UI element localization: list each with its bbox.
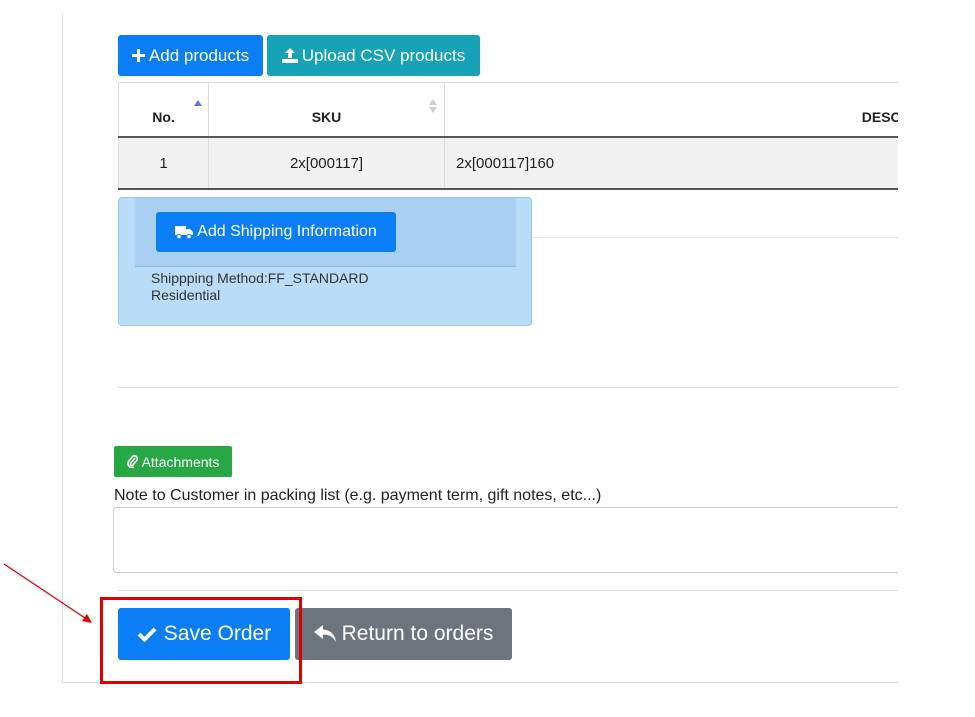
order-edit-page: Add products Upload CSV products No. SKU… xyxy=(0,0,975,717)
upload-csv-label: Upload CSV products xyxy=(301,45,466,65)
sort-ascending-icon xyxy=(194,100,202,106)
sort-icon xyxy=(429,99,437,115)
shipping-details: Shippping Method:FF_STANDARD Residential xyxy=(151,270,369,304)
paperclip-icon xyxy=(126,455,138,468)
products-table: No. SKU DESCRIP 1 2x[000117] 2x[000117]1… xyxy=(118,82,898,190)
column-header-no[interactable]: No. xyxy=(118,83,208,136)
divider xyxy=(118,387,898,388)
attachments-button[interactable]: Attachments xyxy=(114,446,232,477)
viewport-edge xyxy=(898,0,975,717)
attachments-label: Attachments xyxy=(141,453,220,470)
table-row[interactable]: 1 2x[000117] 2x[000117]160 xyxy=(118,138,898,190)
shipping-method: Shippping Method:FF_STANDARD xyxy=(151,270,369,286)
column-header-description[interactable]: DESCRIP xyxy=(444,83,898,136)
divider xyxy=(532,237,898,238)
reply-arrow-icon xyxy=(313,625,336,643)
add-products-label: Add products xyxy=(148,45,250,65)
add-products-button[interactable]: Add products xyxy=(118,35,263,76)
return-to-orders-label: Return to orders xyxy=(341,622,494,645)
upload-csv-button[interactable]: Upload CSV products xyxy=(267,35,480,76)
add-shipping-label: Add Shipping Information xyxy=(197,223,377,240)
add-shipping-information-button[interactable]: Add Shipping Information xyxy=(156,212,396,252)
cell-no: 1 xyxy=(118,138,208,188)
table-header: No. SKU DESCRIP xyxy=(118,83,898,138)
truck-icon xyxy=(175,225,194,239)
pointer-arrow-icon xyxy=(3,563,92,623)
note-to-customer-label: Note to Customer in packing list (e.g. p… xyxy=(114,487,602,504)
return-to-orders-button[interactable]: Return to orders xyxy=(295,608,512,660)
highlight-box xyxy=(100,597,302,684)
note-to-customer-textarea[interactable] xyxy=(113,507,913,573)
upload-icon xyxy=(281,48,298,63)
shipping-address-type: Residential xyxy=(151,287,221,303)
plus-icon xyxy=(131,49,145,62)
divider xyxy=(118,590,898,591)
cell-sku: 2x[000117] xyxy=(208,138,444,188)
shipping-info-panel: Add Shipping Information Shippping Metho… xyxy=(118,197,532,326)
column-header-sku[interactable]: SKU xyxy=(208,83,444,136)
cell-description: 2x[000117]160 xyxy=(444,138,898,188)
